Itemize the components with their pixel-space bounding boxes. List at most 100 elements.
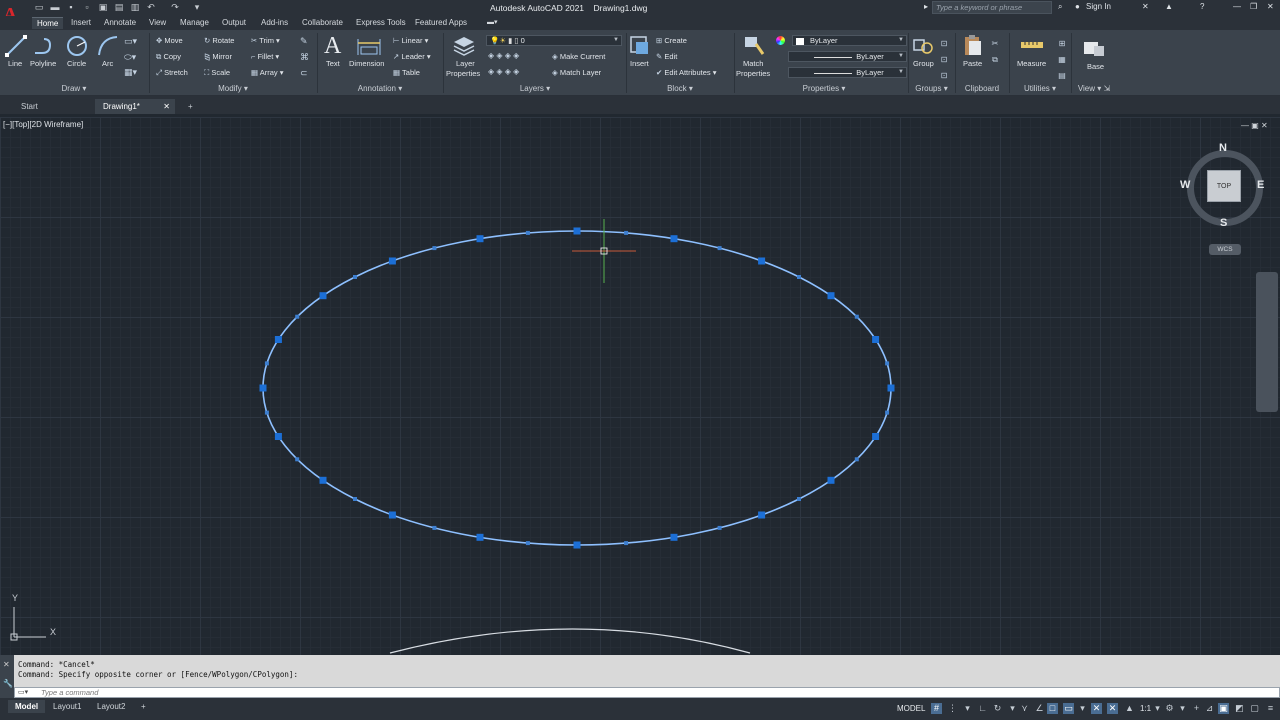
grip-point[interactable] xyxy=(573,541,581,549)
tab-manage[interactable]: Manage xyxy=(175,17,214,29)
sign-in-button[interactable]: Sign In xyxy=(1086,2,1111,11)
selected-spline-ellipse[interactable] xyxy=(262,230,892,546)
circle-icon[interactable] xyxy=(65,34,89,58)
snap-dropdown-icon[interactable]: ▾ xyxy=(962,703,973,714)
line-icon[interactable] xyxy=(4,34,28,58)
grip-point[interactable] xyxy=(670,533,678,541)
search-expand-icon[interactable]: ▸ xyxy=(924,2,928,11)
utilities-tools-icon[interactable]: ⊞ ▦ ▤ xyxy=(1057,36,1067,84)
web-mobile-icon[interactable]: ▣ xyxy=(98,3,108,12)
lineweight-dropdown[interactable]: ByLayer ▼ xyxy=(788,67,907,78)
text-icon[interactable]: A xyxy=(324,33,341,60)
line-label[interactable]: Line xyxy=(8,59,22,68)
close-tab-icon[interactable]: ✕ xyxy=(163,99,170,114)
tab-drawing1[interactable]: Drawing1* ✕ xyxy=(95,99,175,114)
compass-north[interactable]: N xyxy=(1219,142,1227,154)
edit-block-button[interactable]: ✎ Edit xyxy=(656,52,677,61)
minimize-icon[interactable]: — xyxy=(1233,2,1241,11)
grip-point[interactable] xyxy=(274,433,282,440)
modify-panel-title[interactable]: Modify ▾ xyxy=(150,83,316,94)
grip-point[interactable] xyxy=(274,336,282,343)
new-tab-icon[interactable]: + xyxy=(180,99,201,114)
grip-points[interactable] xyxy=(259,227,895,549)
grip-midpoint[interactable] xyxy=(525,541,530,546)
polyline-label[interactable]: Polyline xyxy=(30,59,56,68)
utilities-panel-title[interactable]: Utilities ▾ xyxy=(1010,83,1070,94)
grip-midpoint[interactable] xyxy=(717,246,722,251)
tab-home[interactable]: Home xyxy=(32,17,64,29)
grip-point[interactable] xyxy=(319,292,327,300)
make-current-button[interactable]: ◈ Make Current xyxy=(552,52,605,61)
plot-icon[interactable]: ▥ xyxy=(130,3,140,12)
tab-annotate[interactable]: Annotate xyxy=(99,17,141,29)
grip-point[interactable] xyxy=(319,476,327,484)
tab-view[interactable]: View xyxy=(144,17,171,29)
model-space-button[interactable]: MODEL xyxy=(897,704,925,713)
grip-midpoint[interactable] xyxy=(624,230,629,235)
annotation-panel-title[interactable]: Annotation ▾ xyxy=(318,83,442,94)
grip-point[interactable] xyxy=(758,257,766,265)
customization-icon[interactable]: ≡ xyxy=(1265,703,1276,714)
clean-screen-icon[interactable]: ▢ xyxy=(1249,703,1260,714)
grip-midpoint[interactable] xyxy=(854,457,859,462)
insert-block-icon[interactable] xyxy=(628,34,650,56)
add-layout-icon[interactable]: + xyxy=(134,700,153,713)
measure-icon[interactable] xyxy=(1020,36,1044,54)
linetype-dropdown[interactable]: ByLayer ▼ xyxy=(788,51,907,62)
view-panel-title[interactable]: View ▾ ⇲ xyxy=(1072,83,1116,94)
grip-midpoint[interactable] xyxy=(432,525,437,530)
undo-icon[interactable]: ↶ xyxy=(146,3,156,12)
grip-midpoint[interactable] xyxy=(353,275,357,279)
polyline-icon[interactable] xyxy=(32,34,56,58)
explode-icon[interactable]: ⌘ xyxy=(300,52,309,63)
viewport-controls[interactable]: [−][Top][2D Wireframe] xyxy=(3,120,83,129)
compass-east[interactable]: E xyxy=(1257,179,1264,191)
grip-midpoint[interactable] xyxy=(432,246,437,251)
restore-icon[interactable]: ❐ xyxy=(1250,2,1257,11)
layer-tools-row-1-icon[interactable]: ◈ ◈ ◈ ◈ xyxy=(488,51,519,60)
drawing-canvas[interactable] xyxy=(0,117,1280,655)
base-view-icon[interactable] xyxy=(1082,38,1106,58)
match-properties-label-2[interactable]: Properties xyxy=(736,69,770,78)
lineweight-icon[interactable]: ▭ xyxy=(1063,703,1074,714)
array-button[interactable]: ▦ Array ▾ xyxy=(251,68,284,77)
linear-button[interactable]: ⊢ Linear ▾ xyxy=(393,36,428,45)
color-dropdown[interactable]: ByLayer ▼ xyxy=(792,35,907,46)
stretch-button[interactable]: ⤢ Stretch xyxy=(156,68,188,78)
plus-icon[interactable]: + xyxy=(1191,703,1202,714)
grip-point[interactable] xyxy=(872,433,880,440)
grip-midpoint[interactable] xyxy=(717,525,722,530)
create-block-button[interactable]: ⊞ Create xyxy=(656,36,687,45)
save-icon[interactable]: ▪ xyxy=(66,3,76,12)
auto-scale-icon[interactable]: ✕ xyxy=(1107,703,1118,714)
grip-midpoint[interactable] xyxy=(885,410,890,415)
layers-panel-title[interactable]: Layers ▾ xyxy=(444,83,626,94)
grip-point[interactable] xyxy=(388,511,396,519)
grip-point[interactable] xyxy=(388,257,396,265)
table-button[interactable]: ▦ Table xyxy=(393,68,420,77)
customize-command-icon[interactable]: 🔧 xyxy=(3,679,13,688)
text-label[interactable]: Text xyxy=(326,59,340,68)
layer-dropdown[interactable]: 💡☀ ▮ ▯ 0 ▼ xyxy=(486,35,622,46)
grip-midpoint[interactable] xyxy=(264,410,269,415)
tab-collaborate[interactable]: Collaborate xyxy=(297,17,348,29)
snap-icon[interactable]: ⋮ xyxy=(947,703,958,714)
workspace-dropdown-icon[interactable]: ▾ xyxy=(1177,703,1188,714)
properties-panel-title[interactable]: Properties ▾ xyxy=(735,83,913,94)
layer-tools-row-2-icon[interactable]: ◈ ◈ ◈ ◈ xyxy=(488,67,519,76)
trim-button[interactable]: ✂ Trim ▾ xyxy=(251,36,280,45)
base-label[interactable]: Base xyxy=(1087,62,1104,71)
grip-midpoint[interactable] xyxy=(797,275,801,279)
scale-dropdown-icon[interactable]: ▾ xyxy=(1152,703,1163,714)
grip-point[interactable] xyxy=(476,533,484,541)
leader-button[interactable]: ↗ Leader ▾ xyxy=(393,52,431,61)
grip-midpoint[interactable] xyxy=(295,457,300,462)
customize-dropdown-icon[interactable]: ▾ xyxy=(192,3,202,12)
annotation-scale-icon[interactable]: ▲ xyxy=(1124,703,1135,714)
fillet-button[interactable]: ⌐ Fillet ▾ xyxy=(251,52,279,61)
tab-add-ins[interactable]: Add-ins xyxy=(256,17,293,29)
erase-icon[interactable]: ✎ xyxy=(300,36,308,47)
paste-icon[interactable] xyxy=(962,33,984,57)
arc-label[interactable]: Arc xyxy=(102,59,113,68)
object-tracking-icon[interactable]: ∠ xyxy=(1034,703,1045,714)
